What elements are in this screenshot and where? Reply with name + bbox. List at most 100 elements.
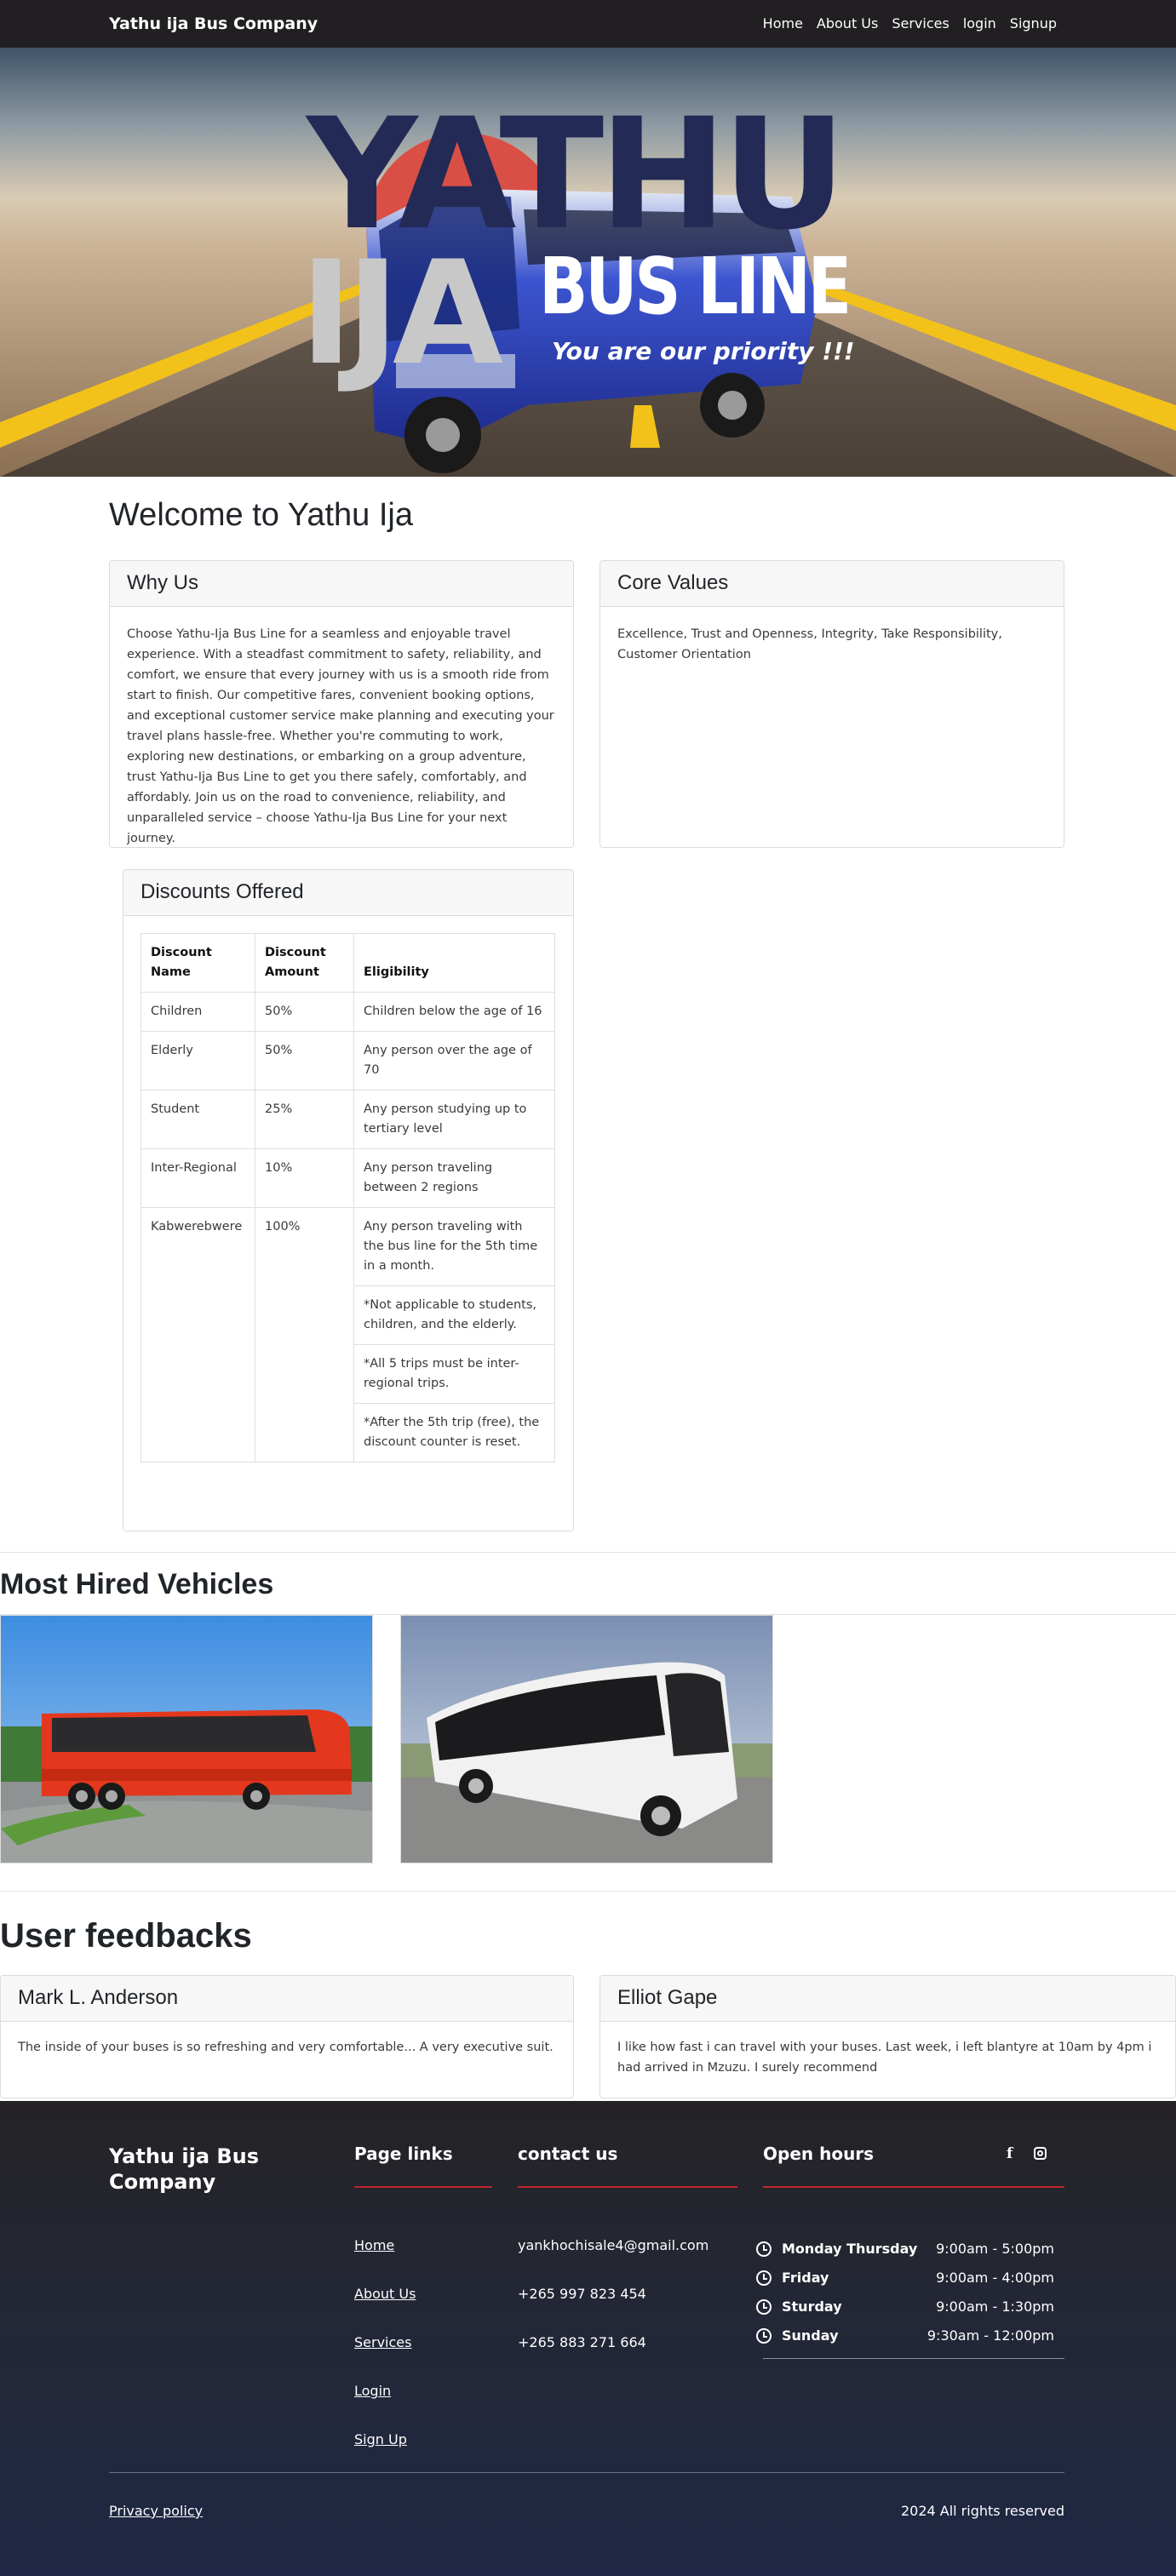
clock-icon <box>756 2327 772 2344</box>
table-row: Kabwerebwere 100% Any person traveling w… <box>141 1207 555 1463</box>
discount-name-cell: Children <box>141 992 255 1032</box>
discounts-title: Discounts Offered <box>123 870 573 916</box>
footer-link-services[interactable]: Services <box>354 2334 411 2350</box>
nav-services-link[interactable]: Services <box>892 15 949 31</box>
navbar: Yathu ija Bus Company Home About Us Serv… <box>0 0 1176 48</box>
table-row: Inter-Regional 10% Any person traveling … <box>141 1148 555 1208</box>
why-us-title: Why Us <box>110 561 573 607</box>
hours-time: 9:00am - 4:00pm <box>936 2270 1054 2286</box>
footer-link-login[interactable]: Login <box>354 2383 391 2399</box>
red-bus-image <box>0 1615 373 1863</box>
nav-links: Home About Us Services login Signup <box>763 15 1057 31</box>
privacy-policy-link[interactable]: Privacy policy <box>109 2503 203 2519</box>
eligibility-cell: Any person traveling between 2 regions <box>353 1148 555 1208</box>
hours-day: Sturday <box>782 2298 842 2315</box>
footer-heading-underline <box>518 2186 737 2188</box>
footer-brand: Yathu ija Bus Company <box>109 2144 260 2194</box>
discount-amount-cell: 25% <box>255 1090 354 1149</box>
footer-contact-phone-2[interactable]: +265 883 271 664 <box>518 2334 646 2350</box>
feedback-heading: User feedbacks <box>0 1917 252 1955</box>
table-row: Children 50% Children below the age of 1… <box>141 992 555 1032</box>
discount-amount-cell: 50% <box>255 992 354 1032</box>
hours-day: Monday Thursday <box>782 2241 918 2257</box>
discount-name-cell: Kabwerebwere <box>141 1207 255 1463</box>
hours-day: Friday <box>782 2270 829 2286</box>
feedback-card: Mark L. Anderson The inside of your buse… <box>0 1975 574 2098</box>
hero-banner: YATHU IJA BUS LINE You are our priority … <box>0 48 1176 477</box>
nav-home-link[interactable]: Home <box>763 15 803 31</box>
discounts-card: Discounts Offered Discount Name Discount… <box>123 869 574 1531</box>
discount-amount-cell: 50% <box>255 1031 354 1091</box>
core-values-card: Core Values Excellence, Trust and Openne… <box>599 560 1064 848</box>
footer-page-links-heading: Page links <box>354 2144 453 2164</box>
discount-amount-cell: 10% <box>255 1148 354 1208</box>
discount-name-cell: Elderly <box>141 1031 255 1091</box>
welcome-heading: Welcome to Yathu Ija <box>109 497 413 533</box>
discount-amount-cell: 100% <box>255 1207 354 1463</box>
column-header-eligibility: Eligibility <box>353 933 555 993</box>
nav-login-link[interactable]: login <box>963 15 996 31</box>
discount-name-cell: Student <box>141 1090 255 1149</box>
facebook-icon[interactable]: f <box>1007 2145 1013 2162</box>
feedback-author: Mark L. Anderson <box>1 1976 573 2022</box>
hero-title-busline: BUS LINE <box>539 241 852 332</box>
column-header-discount-amount: Discount Amount <box>255 933 354 993</box>
footer-link-signup[interactable]: Sign Up <box>354 2431 407 2447</box>
footer-link-about[interactable]: About Us <box>354 2286 416 2302</box>
section-divider <box>0 1891 1176 1892</box>
clock-icon <box>756 2298 772 2315</box>
footer-divider <box>109 2472 1064 2473</box>
feedback-card: Elliot Gape I like how fast i can travel… <box>599 1975 1176 2098</box>
footer-contact-phone-1[interactable]: +265 997 823 454 <box>518 2286 646 2302</box>
why-us-text: Choose Yathu-Ija Bus Line for a seamless… <box>127 627 554 845</box>
footer-hours-heading: Open hours <box>763 2144 875 2164</box>
footer-heading-underline <box>763 2186 1064 2188</box>
hero-title-yathu: YATHU <box>307 86 846 264</box>
hero-title-ija: IJA <box>300 230 503 397</box>
clock-icon <box>756 2270 772 2286</box>
eligibility-cell: Children below the age of 16 <box>353 992 555 1032</box>
footer-contact-heading: contact us <box>518 2144 618 2164</box>
footer-heading-underline <box>354 2186 492 2188</box>
column-header-discount-name: Discount Name <box>141 933 255 993</box>
hours-row: Friday 9:00am - 4:00pm <box>756 2270 1054 2286</box>
feedback-text: The inside of your buses is so refreshin… <box>18 2041 554 2054</box>
hours-divider <box>763 2358 1064 2359</box>
eligibility-cell: Any person over the age of 70 <box>353 1031 555 1091</box>
eligibility-note-cell: *All 5 trips must be inter-regional trip… <box>353 1344 555 1404</box>
copyright-text: 2024 All rights reserved <box>900 2503 1064 2519</box>
hours-time: 9:30am - 12:00pm <box>926 2327 1054 2344</box>
section-divider <box>0 1552 1176 1553</box>
hero-tagline: You are our priority !!! <box>552 337 855 365</box>
instagram-icon[interactable] <box>1034 2147 1047 2160</box>
footer-contact-email[interactable]: yankhochisale4@gmail.com <box>518 2237 708 2253</box>
nav-signup-link[interactable]: Signup <box>1010 15 1057 31</box>
table-row: Student 25% Any person studying up to te… <box>141 1090 555 1149</box>
clock-icon <box>756 2241 772 2257</box>
hours-row: Monday Thursday 9:00am - 5:00pm <box>756 2241 1054 2257</box>
discounts-table: Discount Name Discount Amount Eligibilit… <box>141 933 555 1463</box>
feedback-text: I like how fast i can travel with your b… <box>617 2041 1152 2075</box>
hours-row: Sturday 9:00am - 1:30pm <box>756 2298 1054 2315</box>
nav-about-link[interactable]: About Us <box>817 15 878 31</box>
navbar-brand[interactable]: Yathu ija Bus Company <box>109 14 318 33</box>
vehicles-heading: Most Hired Vehicles <box>0 1568 274 1600</box>
eligibility-cell: Any person traveling with the bus line f… <box>353 1207 555 1286</box>
hours-day: Sunday <box>782 2327 839 2344</box>
table-row: Elderly 50% Any person over the age of 7… <box>141 1031 555 1091</box>
core-values-text: Excellence, Trust and Openness, Integrit… <box>617 627 1002 661</box>
white-bus-image <box>400 1615 773 1863</box>
table-header-row: Discount Name Discount Amount Eligibilit… <box>141 933 555 993</box>
why-us-card: Why Us Choose Yathu-Ija Bus Line for a s… <box>109 560 574 848</box>
eligibility-cell: Any person studying up to tertiary level <box>353 1090 555 1149</box>
hours-time: 9:00am - 1:30pm <box>936 2298 1054 2315</box>
hours-time: 9:00am - 5:00pm <box>936 2241 1054 2257</box>
footer-link-home[interactable]: Home <box>354 2237 394 2253</box>
discount-name-cell: Inter-Regional <box>141 1148 255 1208</box>
feedback-author: Elliot Gape <box>600 1976 1175 2022</box>
eligibility-note-cell: *After the 5th trip (free), the discount… <box>353 1403 555 1463</box>
footer: Yathu ija Bus Company Page links Home Ab… <box>0 2101 1176 2576</box>
core-values-title: Core Values <box>600 561 1064 607</box>
eligibility-note-cell: *Not applicable to students, children, a… <box>353 1285 555 1345</box>
hours-row: Sunday 9:30am - 12:00pm <box>756 2327 1054 2344</box>
